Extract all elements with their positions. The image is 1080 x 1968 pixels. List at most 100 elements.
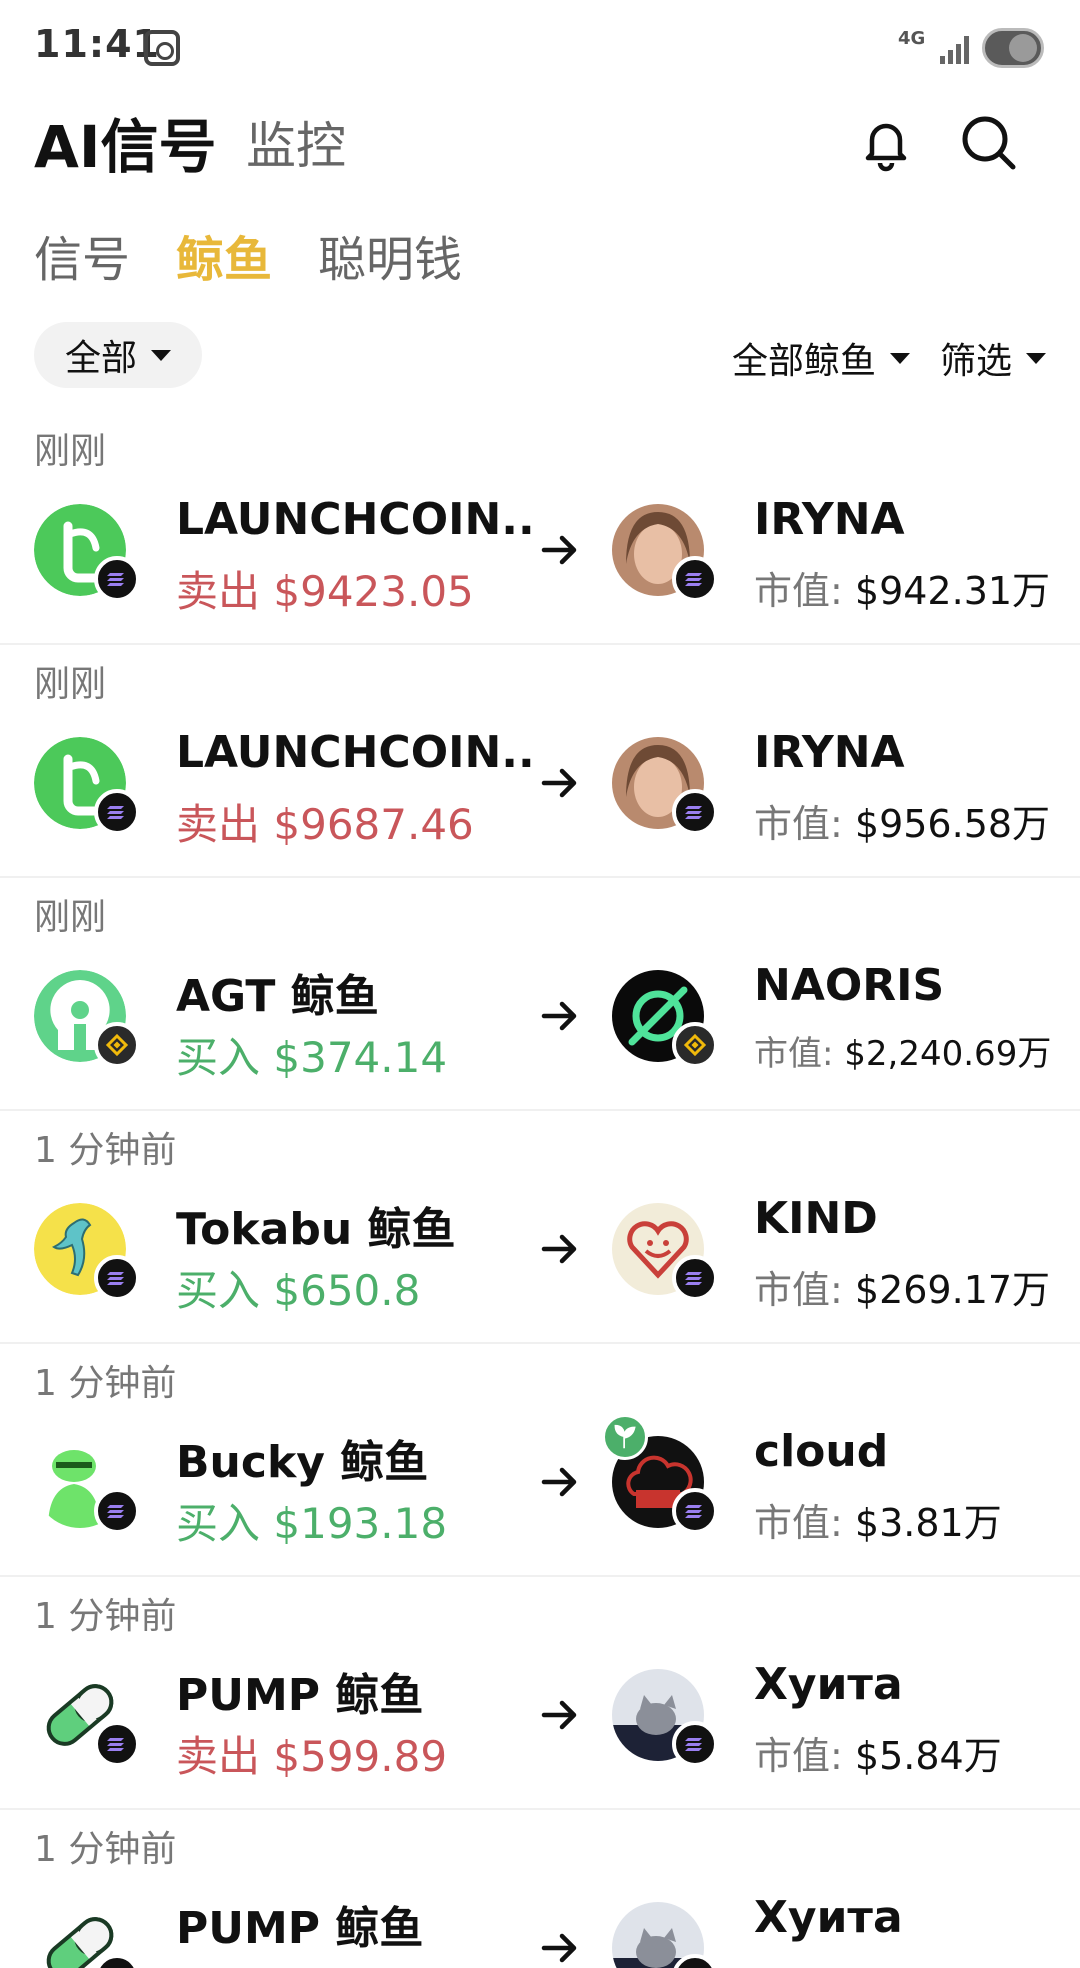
solana-chain-icon — [672, 1488, 718, 1534]
new-token-sprout-icon — [602, 1414, 648, 1460]
arrow-right-icon — [541, 1933, 577, 1963]
battery-icon — [982, 28, 1044, 68]
token-name: cloud — [754, 1426, 889, 1477]
trade-value: $374.14 — [273, 1033, 448, 1082]
market-cap-label: 市值: — [754, 802, 843, 846]
whale-name: Tokabu 鲸鱼 — [176, 1204, 456, 1255]
arrow-right-icon — [541, 1467, 577, 1497]
token-name: KIND — [754, 1193, 878, 1244]
solana-chain-icon — [94, 1255, 140, 1301]
network-type: 4G — [898, 28, 926, 49]
token-name: IRYNA — [754, 727, 905, 778]
whale-avatar[interactable] — [34, 1669, 140, 1767]
market-cap-label: 市值: — [754, 569, 843, 613]
solana-chain-icon — [94, 1721, 140, 1767]
solana-chain-icon — [94, 556, 140, 602]
trade-value: $193.18 — [273, 1499, 448, 1548]
trade-amount: 卖出 $9687.46 — [176, 791, 474, 852]
market-cap-label: 市值: — [754, 1501, 843, 1545]
trade-amount: 买入 $650.8 — [176, 1257, 420, 1318]
whale-avatar[interactable] — [34, 1203, 140, 1301]
token-avatar[interactable] — [612, 1669, 718, 1767]
whale-avatar[interactable] — [34, 970, 140, 1068]
solana-chain-icon — [94, 1488, 140, 1534]
chevron-down-icon — [889, 352, 910, 364]
filter-bar: 全部鲸鱼 筛选 — [732, 332, 1046, 384]
whale-filter-label: 全部鲸鱼 — [731, 341, 876, 382]
whale-name: LAUNCHCOIN... — [176, 727, 536, 778]
entry-time: 刚刚 — [34, 431, 107, 472]
market-cap-value: $2,240.69万 — [844, 1034, 1052, 1074]
trade-amount: 卖出 $9423.05 — [176, 558, 474, 619]
whale-name: LAUNCHCOIN... — [176, 494, 536, 545]
market-cap: 市值: $2,240.69万 — [754, 1026, 1051, 1075]
token-avatar[interactable] — [602, 1414, 718, 1534]
solana-chain-icon — [672, 789, 718, 835]
tab-smart-money[interactable]: 聪明钱 — [318, 220, 462, 290]
search-icon[interactable] — [958, 112, 1018, 172]
market-cap-value: $3.81万 — [854, 1501, 1002, 1545]
market-cap-value: $269.17万 — [854, 1268, 1051, 1312]
whale-avatar[interactable] — [34, 504, 140, 602]
tab-signal[interactable]: 信号 — [34, 220, 130, 290]
bell-icon[interactable] — [858, 116, 914, 172]
whale-avatar[interactable] — [34, 1436, 140, 1534]
filter-all-dropdown[interactable]: 全部 — [34, 322, 202, 388]
whale-filter-dropdown[interactable]: 全部鲸鱼 — [732, 332, 910, 384]
tab-monitor[interactable]: 监控 — [246, 106, 346, 178]
list-item[interactable]: 1 分钟前 Bucky 鲸鱼 买入 $193.18 cloud 市值: $3.8… — [0, 1344, 1080, 1577]
tab-whale[interactable]: 鲸鱼 — [176, 220, 272, 290]
arrow-right-icon — [541, 1234, 577, 1264]
token-avatar[interactable] — [612, 504, 718, 602]
market-cap: 市值: $5.84万 — [754, 1725, 1002, 1780]
whale-avatar[interactable] — [34, 1902, 140, 1968]
solana-chain-icon — [94, 789, 140, 835]
arrow-right-icon — [541, 535, 577, 565]
sub-tabs: 信号 鲸鱼 聪明钱 — [34, 220, 462, 290]
market-cap: 市值: $942.31万 — [754, 560, 1050, 615]
entry-time: 刚刚 — [34, 897, 107, 938]
list-item[interactable]: 刚刚 LAUNCHCOIN... 卖出 $9687.46 IRYNA 市值: $… — [0, 645, 1080, 878]
whale-name: PUMP 鲸鱼 — [176, 1903, 424, 1954]
whale-avatar[interactable] — [34, 737, 140, 835]
screen-filter-dropdown[interactable]: 筛选 — [940, 332, 1046, 384]
whale-name: Bucky 鲸鱼 — [176, 1437, 429, 1488]
token-name: IRYNA — [754, 494, 905, 545]
entry-time: 1 分钟前 — [34, 1130, 177, 1171]
market-cap: 市值: $956.58万 — [754, 793, 1050, 848]
entry-time: 1 分钟前 — [34, 1363, 177, 1404]
trade-action: 卖出 — [176, 1732, 261, 1781]
list-item[interactable]: 1 分钟前 Tokabu 鲸鱼 买入 $650.8 KIND 市值: $269.… — [0, 1111, 1080, 1344]
status-time: 11:41 — [34, 22, 160, 66]
list-item[interactable]: 1 分钟前 PUMP 鲸鱼 Хуита — [0, 1810, 1080, 1968]
solana-chain-icon — [672, 1721, 718, 1767]
entry-time: 1 分钟前 — [34, 1829, 177, 1870]
list-item[interactable]: 刚刚 LAUNCHCOIN... 卖出 $9423.05 IRYNA 市值: $… — [0, 412, 1080, 645]
entry-time: 刚刚 — [34, 664, 107, 705]
token-avatar[interactable] — [612, 737, 718, 835]
page-title: AI信号 — [34, 113, 217, 181]
entry-time: 1 分钟前 — [34, 1596, 177, 1637]
market-cap-value: $5.84万 — [854, 1734, 1002, 1778]
trade-value: $9423.05 — [273, 567, 474, 616]
token-avatar[interactable] — [612, 1203, 718, 1301]
list-item[interactable]: 1 分钟前 PUMP 鲸鱼 卖出 $599.89 Хуита 市值: $5.84… — [0, 1577, 1080, 1810]
market-cap-label: 市值: — [754, 1268, 843, 1312]
market-cap-value: $942.31万 — [854, 569, 1051, 613]
trade-action: 买入 — [176, 1499, 261, 1548]
arrow-right-icon — [541, 1001, 577, 1031]
trade-action: 卖出 — [176, 567, 261, 616]
market-cap-label: 市值: — [754, 1734, 843, 1778]
list-item[interactable]: 刚刚 AGT 鲸鱼 买入 $374.14 NAORIS 市值: $2,240.6… — [0, 878, 1080, 1111]
bnb-chain-icon — [94, 1022, 140, 1068]
token-name: Хуита — [754, 1892, 903, 1943]
trade-action: 卖出 — [176, 800, 261, 849]
token-avatar[interactable] — [612, 1902, 718, 1968]
arrow-right-icon — [541, 768, 577, 798]
signal-icon — [940, 34, 970, 64]
token-name: Хуита — [754, 1659, 903, 1710]
token-avatar[interactable] — [612, 970, 718, 1068]
screen-filter-label: 筛选 — [939, 341, 1012, 382]
status-bar: 11:41 4G — [0, 0, 1080, 96]
trade-amount: 卖出 $599.89 — [176, 1723, 447, 1784]
